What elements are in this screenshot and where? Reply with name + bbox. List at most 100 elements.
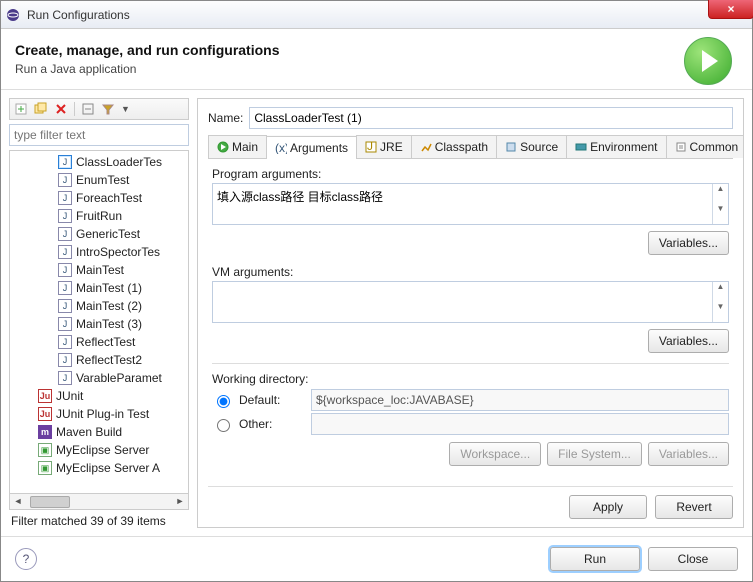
run-icon <box>684 37 732 85</box>
wdir-variables-button[interactable]: Variables... <box>648 442 729 466</box>
dialog-footer: ? Run Close <box>1 536 752 581</box>
toolbar-dropdown-icon[interactable]: ▼ <box>121 104 130 114</box>
tree-item[interactable]: J MainTest <box>10 261 188 279</box>
new-config-icon[interactable] <box>14 102 28 116</box>
tab-classpath[interactable]: Classpath <box>411 135 497 158</box>
left-toolbar: ▼ <box>9 98 189 120</box>
java-app-icon: J <box>58 299 72 313</box>
tree-item[interactable]: ▣MyEclipse Server A <box>10 459 188 477</box>
tree-item[interactable]: JForeachTest <box>10 189 188 207</box>
duplicate-icon[interactable] <box>34 102 48 116</box>
tree-item-label: MainTest (2) <box>76 299 142 313</box>
tree-item[interactable]: JMainTest (3) <box>10 315 188 333</box>
junit-icon: Ju <box>38 407 52 421</box>
tab-label: Arguments <box>290 141 348 155</box>
filter-status: Filter matched 39 of 39 items <box>9 510 189 528</box>
right-panel: Name: Main(x)=ArgumentsJJREClasspathSour… <box>197 98 744 528</box>
scroll-thumb[interactable] <box>30 496 70 508</box>
java-app-icon: J <box>58 227 72 241</box>
apply-button[interactable]: Apply <box>569 495 647 519</box>
tree-item[interactable]: mMaven Build <box>10 423 188 441</box>
java-app-icon: J <box>58 335 72 349</box>
tab-main-icon <box>217 141 229 153</box>
tree-item[interactable]: JClassLoaderTes <box>10 153 188 171</box>
tab-jre-icon: J <box>365 141 377 153</box>
vm-args-variables-button[interactable]: Variables... <box>648 329 729 353</box>
header-title: Create, manage, and run configurations <box>15 42 280 58</box>
java-app-icon: J <box>58 155 72 169</box>
spinner-down-icon[interactable]: ▼ <box>712 302 728 322</box>
spinner-down-icon[interactable]: ▼ <box>712 204 728 224</box>
scroll-right-icon[interactable]: ► <box>172 494 188 509</box>
tree-item[interactable]: J FruitRun <box>10 207 188 225</box>
java-app-icon: J <box>58 371 72 385</box>
revert-button[interactable]: Revert <box>655 495 733 519</box>
maven-icon: m <box>38 425 52 439</box>
tree-item-label: FruitRun <box>76 209 122 223</box>
java-app-icon: J <box>58 245 72 259</box>
delete-icon[interactable] <box>54 102 68 116</box>
tree-item[interactable]: J MainTest (2) <box>10 297 188 315</box>
program-args-variables-button[interactable]: Variables... <box>648 231 729 255</box>
tree-item[interactable]: J IntroSpectorTes <box>10 243 188 261</box>
tree-item-label: MyEclipse Server <box>56 443 149 457</box>
collapse-all-icon[interactable] <box>81 102 95 116</box>
close-button[interactable]: Close <box>648 547 738 571</box>
server-icon: ▣ <box>38 461 52 475</box>
tree-hscrollbar[interactable]: ◄ ► <box>9 494 189 510</box>
tab-environment[interactable]: Environment <box>566 135 666 158</box>
spinner-up-icon[interactable]: ▲ <box>712 282 728 302</box>
vm-args-input[interactable] <box>213 282 712 322</box>
tree-item[interactable]: JVarableParamet <box>10 369 188 387</box>
filter-input[interactable] <box>9 124 189 146</box>
svg-text:(x)=: (x)= <box>275 142 287 154</box>
tree-item[interactable]: JMainTest (1) <box>10 279 188 297</box>
tree-item-label: MainTest <box>76 263 124 277</box>
tree-item-label: EnumTest <box>76 173 129 187</box>
wdir-default-label: Default: <box>239 393 305 407</box>
vm-args-label: VM arguments: <box>212 265 729 279</box>
tab-main[interactable]: Main <box>208 135 267 158</box>
window-close-button[interactable]: × <box>708 0 753 19</box>
window-title: Run Configurations <box>27 8 130 22</box>
config-tree[interactable]: JClassLoaderTesJEnumTestJForeachTestJFru… <box>9 150 189 494</box>
tree-item-label: IntroSpectorTes <box>76 245 160 259</box>
wdir-other-input[interactable] <box>311 413 729 435</box>
help-button[interactable]: ? <box>15 548 37 570</box>
tree-item-label: GenericTest <box>76 227 140 241</box>
tab-environment-icon <box>575 141 587 153</box>
server-icon: ▣ <box>38 443 52 457</box>
workspace-button[interactable]: Workspace... <box>449 442 541 466</box>
java-app-icon: J <box>58 353 72 367</box>
java-app-icon: J <box>58 173 72 187</box>
wdir-other-radio[interactable] <box>217 419 230 432</box>
wdir-default-radio[interactable] <box>217 395 230 408</box>
tree-item[interactable]: JReflectTest <box>10 333 188 351</box>
name-input[interactable] <box>249 107 733 129</box>
tab-label: JRE <box>380 140 403 154</box>
wdir-other-label: Other: <box>239 417 305 431</box>
tree-item[interactable]: JuJUnit Plug-in Test <box>10 405 188 423</box>
tab-jre[interactable]: JJRE <box>356 135 412 158</box>
tab-common[interactable]: Common <box>666 135 745 158</box>
scroll-left-icon[interactable]: ◄ <box>10 494 26 509</box>
tab-label: Environment <box>590 140 657 154</box>
tree-item[interactable]: JReflectTest2 <box>10 351 188 369</box>
tree-item[interactable]: ▣ MyEclipse Server <box>10 441 188 459</box>
filesystem-button[interactable]: File System... <box>547 442 642 466</box>
tab-source[interactable]: Source <box>496 135 567 158</box>
filter-icon[interactable] <box>101 102 115 116</box>
eclipse-icon <box>5 7 21 23</box>
spinner-up-icon[interactable]: ▲ <box>712 184 728 204</box>
program-args-input[interactable] <box>213 184 712 224</box>
tab-arguments[interactable]: (x)=Arguments <box>266 136 357 159</box>
tree-item[interactable]: J GenericTest <box>10 225 188 243</box>
tree-item[interactable]: J EnumTest <box>10 171 188 189</box>
left-panel: ▼ JClassLoaderTesJEnumTestJForeachTestJF… <box>9 98 189 528</box>
tree-item-label: MainTest (1) <box>76 281 142 295</box>
name-label: Name: <box>208 111 243 125</box>
java-app-icon: J <box>58 263 72 277</box>
java-app-icon: J <box>58 209 72 223</box>
tree-item[interactable]: JuJUnit <box>10 387 188 405</box>
run-button[interactable]: Run <box>550 547 640 571</box>
